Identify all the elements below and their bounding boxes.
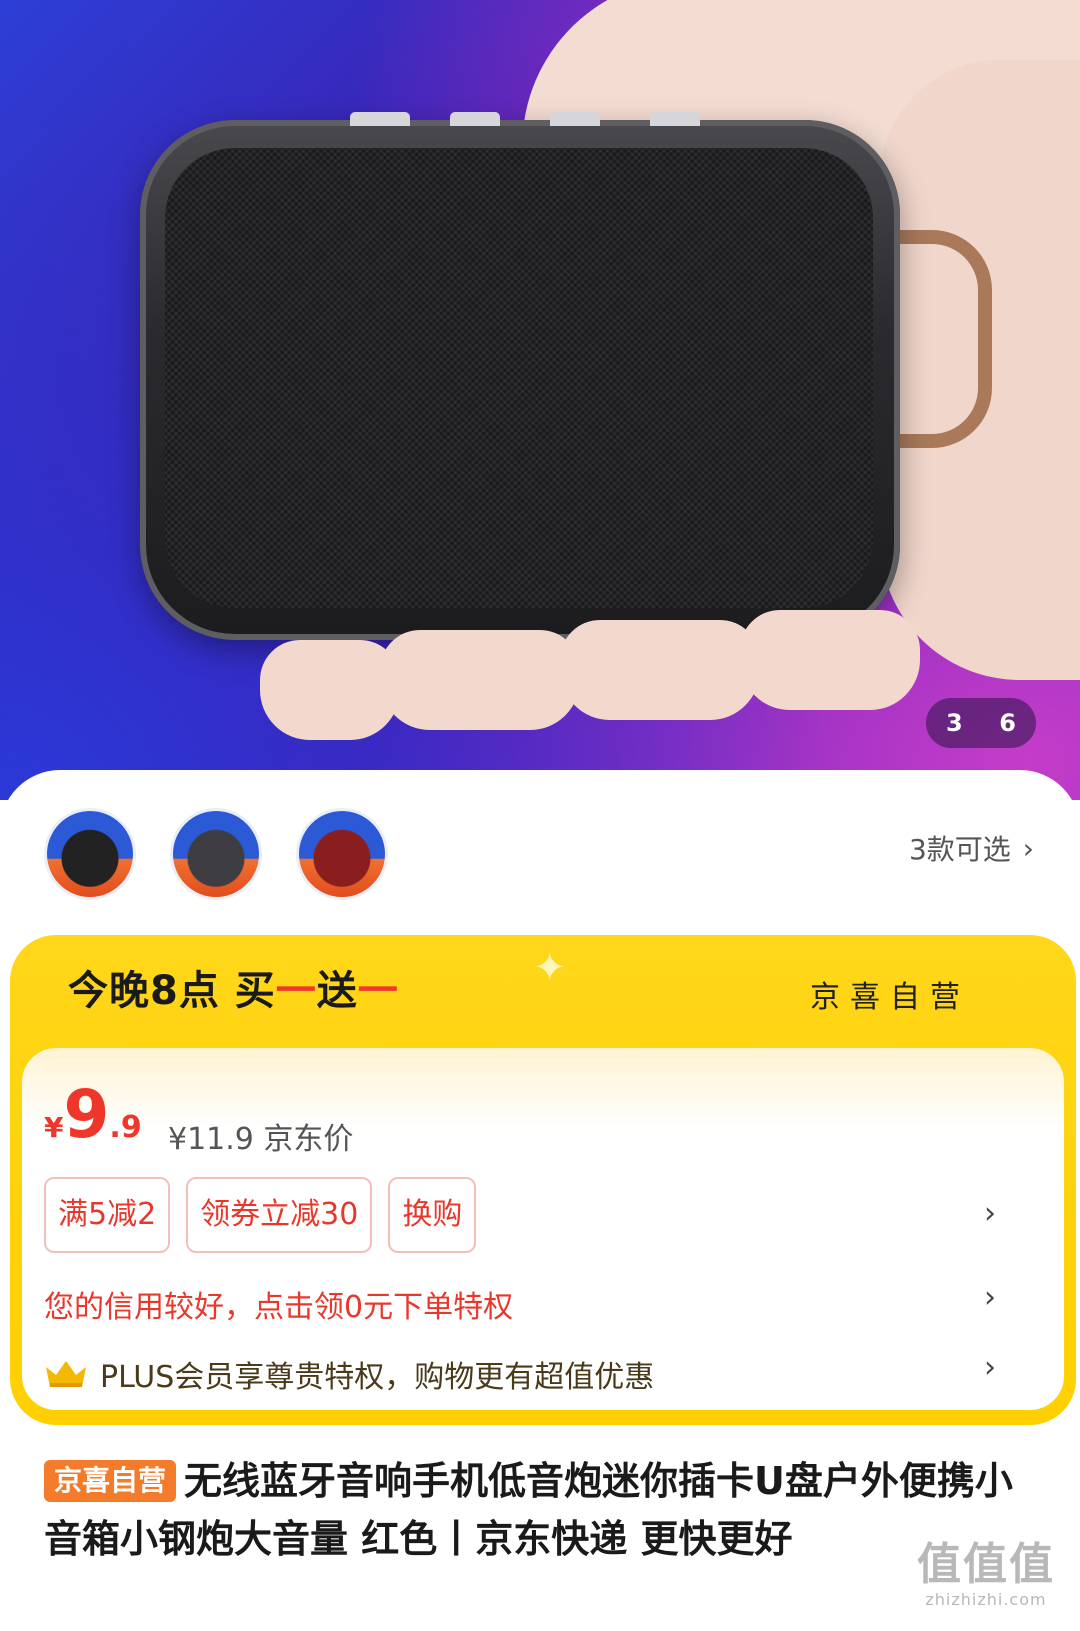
- speaker-buttons: [350, 112, 730, 126]
- product-title: 京喜自营 无线蓝牙音响手机低音炮迷你插卡U盘户外便携小音箱小钢炮大音量 红色丨京东…: [44, 1452, 1034, 1568]
- price-symbol: ¥: [44, 1111, 64, 1144]
- variant-thumb-black[interactable]: [44, 808, 136, 900]
- coupon-item[interactable]: 换购: [388, 1177, 477, 1253]
- plus-text: PLUS会员享尊贵特权，购物更有超值优惠: [100, 1360, 655, 1395]
- fingers-image: [260, 610, 980, 740]
- image-counter-total: 6: [999, 709, 1016, 737]
- credit-offer-link[interactable]: 您的信用较好，点击领0元下单特权: [44, 1282, 513, 1326]
- watermark: 值值值 zhizhizhi.com: [916, 1539, 1056, 1610]
- shop-badge: 京喜自营: [44, 1460, 177, 1502]
- watermark-logo: 值值值: [917, 1539, 1055, 1590]
- watermark-url: zhizhizhi.com: [925, 1590, 1047, 1609]
- image-counter: 3 6: [926, 698, 1036, 748]
- promo-title: 今晚8点 买一送一: [68, 958, 399, 1016]
- promo-title-text-2: 送: [316, 968, 358, 1014]
- variant-thumbnails: [44, 808, 388, 900]
- chevron-right-icon: ›: [1022, 831, 1034, 865]
- speaker-strap: [898, 230, 992, 448]
- variant-thumb-gray[interactable]: [170, 808, 262, 900]
- current-price: ¥9.9: [44, 1082, 142, 1148]
- coupon-item[interactable]: 满5减2: [44, 1177, 171, 1253]
- shop-label: 京喜自营: [810, 980, 970, 1015]
- coupon-list: 满5减2 领券立减30 换购: [44, 1177, 477, 1253]
- original-price: ¥11.9 京东价: [168, 1122, 354, 1157]
- sparkle-icon: ✦: [533, 945, 567, 991]
- chevron-right-icon[interactable]: ›: [984, 1280, 996, 1315]
- product-image-gallery[interactable]: 3 6: [0, 0, 1080, 800]
- image-counter-current: 3: [946, 709, 963, 737]
- promo-title-highlight: 一: [275, 968, 317, 1014]
- chevron-right-icon[interactable]: ›: [984, 1350, 996, 1385]
- speaker-grille: [165, 148, 873, 608]
- price-integer: 9: [63, 1076, 110, 1153]
- promo-title-highlight-2: 一: [357, 968, 399, 1014]
- price-decimal: .9: [109, 1110, 142, 1145]
- chevron-right-icon[interactable]: ›: [984, 1196, 996, 1231]
- crown-icon: [46, 1361, 86, 1387]
- variants-selector[interactable]: 3款可选 ›: [909, 828, 1034, 868]
- plus-membership-link[interactable]: PLUS会员享尊贵特权，购物更有超值优惠: [44, 1352, 654, 1396]
- product-title-text: 无线蓝牙音响手机低音炮迷你插卡U盘户外便携小音箱小钢炮大音量 红色丨京东快递 更…: [44, 1459, 1013, 1561]
- variant-thumb-red[interactable]: [296, 808, 388, 900]
- variants-label: 3款可选: [908, 833, 1011, 866]
- coupon-item[interactable]: 领券立减30: [186, 1177, 373, 1253]
- promo-title-text: 今晚8点 买: [68, 968, 276, 1014]
